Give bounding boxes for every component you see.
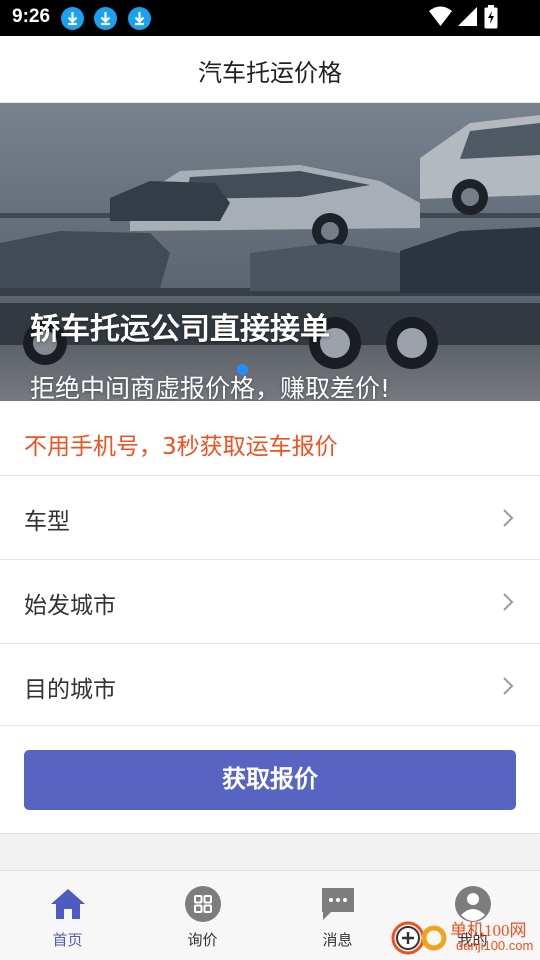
tab-home[interactable]: 首页 [0,871,135,960]
download-icon [128,7,151,30]
carousel-dot[interactable] [260,364,271,375]
tab-messages[interactable]: 消息 [270,871,405,960]
tab-messages-label: 消息 [322,931,353,949]
destination-city-row[interactable]: 目的城市 [0,643,540,726]
chevron-right-icon [503,677,514,695]
origin-city-label: 始发城市 [24,593,116,619]
home-icon [51,889,85,919]
watermark: 单机100网 danji100.com [390,914,540,960]
wifi-icon [429,6,452,26]
get-quote-button[interactable]: 获取报价 [24,750,516,810]
car-carrier-banner-image [0,103,540,401]
status-time: 9:26 [12,6,51,27]
watermark-url: danji100.com [456,938,534,953]
origin-city-row[interactable]: 始发城市 [0,559,540,642]
download-icon [61,7,84,30]
grid-icon [185,886,221,922]
car-type-row[interactable]: 车型 [0,475,540,558]
chevron-right-icon [503,509,514,527]
promo-text: 不用手机号，3秒获取运车报价 [24,434,338,460]
banner-headline: 轿车托运公司直接接单 [30,312,330,347]
status-bar: 9:26 [0,0,540,36]
car-type-label: 车型 [24,509,70,535]
tab-inquiry-label: 询价 [187,931,218,949]
page-title: 汽车托运价格 [198,59,342,87]
carousel-dot-active[interactable] [237,364,248,375]
message-icon [322,888,354,920]
battery-charging-icon [484,5,498,29]
watermark-logo-icon [391,921,447,955]
tab-inquiry[interactable]: 询价 [135,871,270,960]
banner-carousel[interactable]: 轿车托运公司直接接单 拒绝中间商虚报价格，赚取差价! [0,103,540,401]
signal-icon [458,7,477,26]
quote-form: 不用手机号，3秒获取运车报价 车型 始发城市 目的城市 获取报价 [0,401,540,834]
chevron-right-icon [503,593,514,611]
title-bar: 汽车托运价格 [0,36,540,103]
banner-subline: 拒绝中间商虚报价格，赚取差价! [30,374,391,401]
tab-home-label: 首页 [52,931,83,949]
destination-city-label: 目的城市 [24,677,116,703]
download-icon [94,7,117,30]
